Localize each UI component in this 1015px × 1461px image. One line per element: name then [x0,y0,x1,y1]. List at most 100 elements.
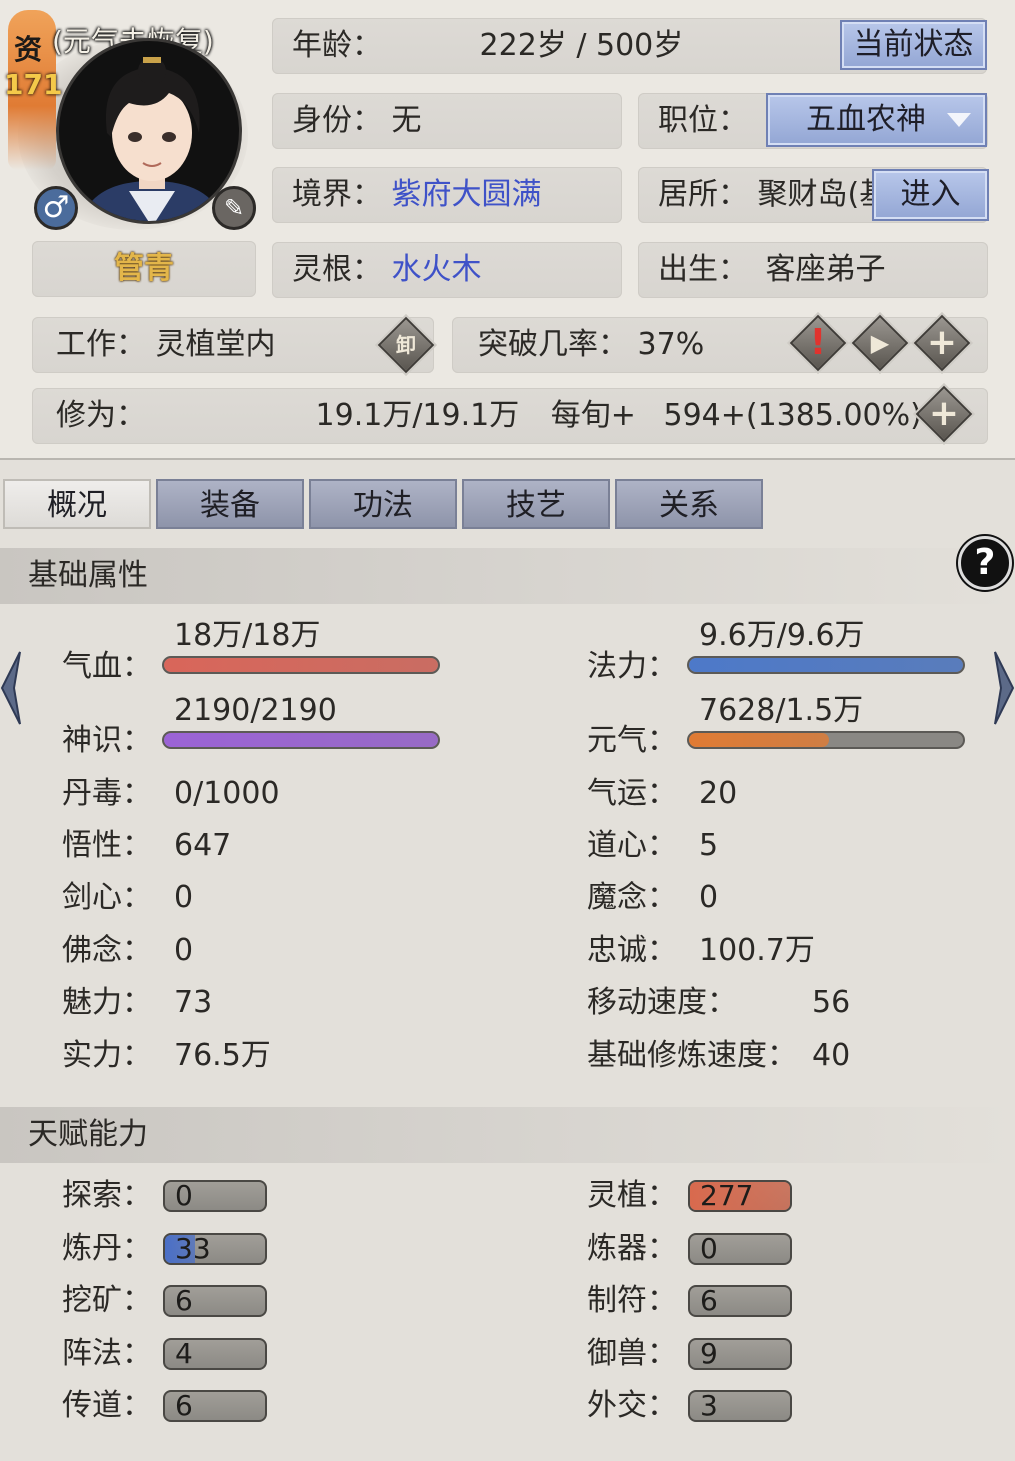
current-status-button[interactable]: 当前状态 [840,20,987,70]
breakthrough-label: 突破几率： [478,327,628,362]
per-turn-value: 594+(1385.00%) [663,398,922,433]
unequip-work-button[interactable]: 卸 [377,316,435,374]
residence-label: 居所： [658,177,748,212]
hp-bar [162,656,440,674]
talent-value: 277 [700,1180,754,1212]
stat-value: 100.7万 [699,933,815,968]
vital-bar-fill [689,733,829,747]
prev-character-arrow-icon[interactable] [0,650,24,726]
identity-field: 身份： 无 [272,93,622,149]
talent-label: 传道： [62,1388,152,1423]
sense-bar [162,731,440,749]
stat-label: 气运： [587,776,677,811]
talent-label: 外交： [587,1388,677,1423]
tab-techniques[interactable]: 功法 [309,479,457,529]
basic-attributes-header: 基础属性 [0,548,1015,604]
stat-label: 实力： [62,1038,152,1073]
realm-value: 紫府大圆满 [391,177,542,212]
vital-bar [687,731,965,749]
per-turn-label: 每旬+ [550,398,636,433]
plus-icon: + [926,322,958,363]
character-name: 管青 [114,251,174,286]
gender-male-icon: ♂ [34,186,78,230]
talent-value-box: 277 [688,1180,792,1212]
breakthrough-play-button[interactable]: ▶ [851,314,909,372]
mana-bar-fill [689,658,963,672]
aptitude-char: 资 [14,33,43,66]
talent-value-box: 0 [688,1233,792,1265]
next-character-arrow-icon[interactable] [991,650,1015,726]
talent-label: 挖矿： [62,1283,152,1318]
sense-bar-fill [164,733,438,747]
name-plate[interactable]: 管青 [32,241,256,297]
cultivation-add-button[interactable]: + [915,385,973,443]
work-field: 工作： 灵植堂内 [32,317,434,373]
play-icon: ▶ [870,329,890,357]
talent-value: 0 [700,1233,718,1265]
stat-label: 魔念： [587,880,677,915]
talent-label: 炼丹： [62,1231,152,1266]
talent-label: 制符： [587,1283,677,1318]
talent-value: 6 [175,1285,193,1317]
talent-value: 33 [175,1233,211,1265]
character-info-panel: 资 171 (元气未恢复) ♂ ✎ 管青 年龄： 222岁 / 500岁 当前状… [0,0,1015,460]
talent-value-box: 6 [163,1285,267,1317]
talent-value-box: 0 [163,1180,267,1212]
mana-value: 9.6万/9.6万 [699,618,865,653]
birth-label: 出生： [658,252,748,287]
talent-value: 9 [700,1338,718,1370]
stat-value: 0 [699,880,719,915]
work-label: 工作： [56,327,146,362]
talent-value-box: 6 [688,1285,792,1317]
hp-bar-fill [164,658,438,672]
spirit-root-value: 水火木 [391,252,482,287]
hp-value: 18万/18万 [174,618,321,653]
sense-label: 神识： [62,723,152,758]
stat-label: 剑心： [62,880,152,915]
vital-label: 元气： [587,723,677,758]
identity-label: 身份： [292,103,382,138]
hp-label: 气血： [62,649,152,684]
stat-value: 5 [699,828,719,863]
tab-relations[interactable]: 关系 [615,479,763,529]
spirit-root-field: 灵根： 水火木 [272,242,622,298]
stat-label: 基础修炼速度： [587,1038,797,1073]
stat-label: 道心： [587,828,677,863]
talent-value: 3 [700,1390,718,1422]
tab-equipment[interactable]: 装备 [156,479,304,529]
talent-value-box: 3 [688,1390,792,1422]
talent-value-box: 6 [163,1390,267,1422]
breakthrough-value: 37% [637,327,705,362]
talent-label: 探索： [62,1178,152,1213]
stat-label: 丹毒： [62,776,152,811]
mana-label: 法力： [587,649,677,684]
stat-value: 0 [174,880,194,915]
stat-label: 魅力： [62,985,152,1020]
talent-value-box: 4 [163,1338,267,1370]
cultivation-value: 19.1万/19.1万 [315,398,520,433]
plus-icon: + [928,393,960,434]
chevron-down-icon [947,113,971,127]
help-question-icon[interactable]: ? [958,536,1012,590]
talent-value: 0 [175,1180,193,1212]
spirit-root-label: 灵根： [292,252,382,287]
enter-residence-button[interactable]: 进入 [872,169,989,221]
realm-label: 境界： [292,177,382,212]
position-value: 五血农神 [806,102,926,137]
breakthrough-add-button[interactable]: + [913,314,971,372]
work-value: 灵植堂内 [155,327,276,362]
rename-brush-icon[interactable]: ✎ [212,186,256,230]
stat-label: 忠诚： [587,933,677,968]
talent-label: 阵法： [62,1336,152,1371]
tab-skills[interactable]: 技艺 [462,479,610,529]
breakthrough-warning-button[interactable]: ! [789,314,847,372]
stat-value: 40 [812,1038,851,1073]
stat-value: 647 [174,828,232,863]
birth-value: 客座弟子 [765,252,886,287]
position-dropdown[interactable]: 五血农神 [766,93,987,147]
talents-header: 天赋能力 [0,1107,1015,1163]
alert-icon: ! [809,322,827,363]
mana-bar [687,656,965,674]
tab-overview[interactable]: 概况 [3,479,151,529]
age-label: 年龄： [292,28,382,63]
